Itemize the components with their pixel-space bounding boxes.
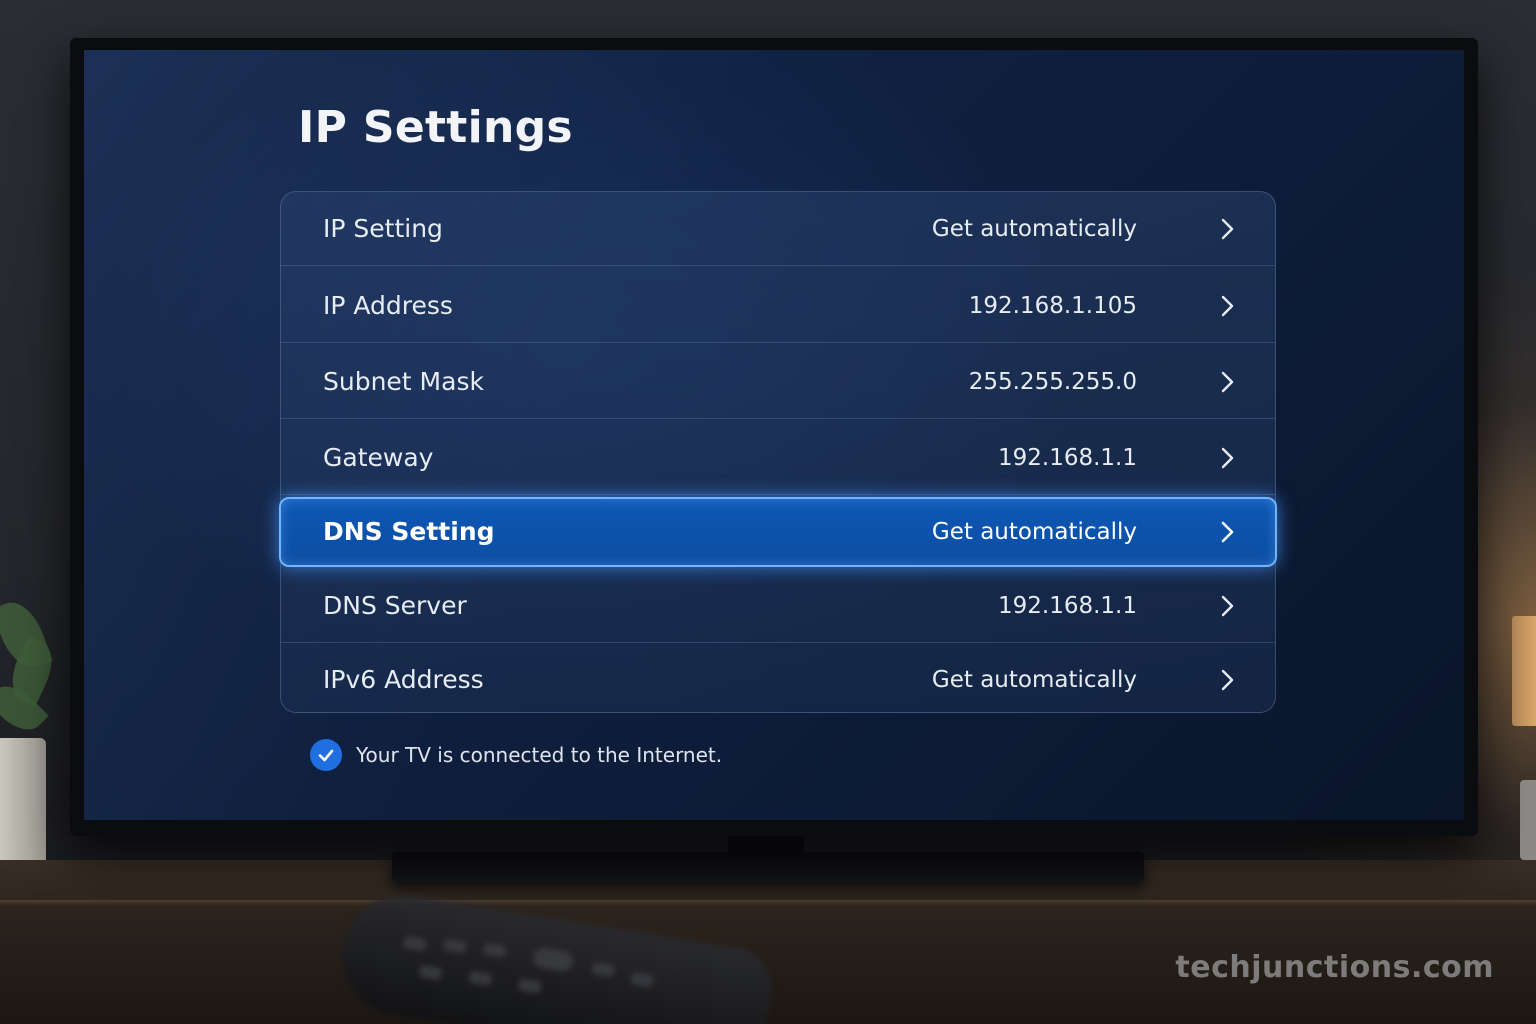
plant-pot (0, 738, 46, 876)
remote-button (591, 961, 616, 978)
chevron-right-icon (1221, 295, 1234, 317)
chevron-right-icon (1221, 595, 1234, 617)
remote-button (443, 938, 467, 954)
setting-row-dns-setting[interactable]: DNS Setting Get automatically (279, 497, 1277, 567)
remote-button (630, 971, 654, 988)
setting-label: IP Setting (323, 214, 443, 243)
checkmark-icon (310, 739, 342, 771)
lamp-shade (1512, 616, 1536, 726)
remote-button (468, 970, 493, 986)
remote-button (483, 942, 507, 958)
setting-value: Get automatically (931, 216, 1137, 242)
lamp-base (1520, 780, 1536, 860)
chevron-right-icon (1221, 218, 1234, 240)
setting-value: Get automatically (931, 667, 1137, 693)
setting-value: 192.168.1.1 (998, 445, 1137, 471)
status-text: Your TV is connected to the Internet. (356, 743, 723, 767)
room-scene: IP Settings IP Setting Get automatically… (0, 0, 1536, 1024)
tv-stand-foot (392, 852, 1144, 882)
remote-button (531, 946, 575, 973)
setting-row-subnet-mask[interactable]: Subnet Mask 255.255.255.0 (281, 345, 1275, 419)
page-title: IP Settings (298, 102, 573, 153)
setting-row-dns-server[interactable]: DNS Server 192.168.1.1 (281, 569, 1275, 643)
setting-value: 192.168.1.1 (998, 593, 1137, 619)
setting-row-ip-address[interactable]: IP Address 192.168.1.105 (281, 269, 1275, 343)
setting-value: 255.255.255.0 (968, 369, 1137, 395)
chevron-right-icon (1221, 669, 1234, 691)
setting-label: Subnet Mask (323, 367, 484, 396)
setting-label: DNS Server (323, 591, 467, 620)
table-edge (0, 900, 1536, 906)
remote-button (517, 978, 542, 994)
setting-label: DNS Setting (323, 517, 495, 546)
setting-label: IPv6 Address (323, 665, 484, 694)
setting-value: 192.168.1.105 (968, 293, 1137, 319)
setting-label: IP Address (323, 291, 453, 320)
chevron-right-icon (1221, 371, 1234, 393)
setting-row-ipv6-address[interactable]: IPv6 Address Get automatically (281, 643, 1275, 717)
remote-button (418, 964, 443, 981)
chevron-right-icon (1221, 447, 1234, 469)
setting-value: Get automatically (931, 519, 1137, 545)
ip-settings-list: IP Setting Get automatically IP Address … (279, 191, 1277, 713)
setting-row-ip-setting[interactable]: IP Setting Get automatically (281, 192, 1275, 266)
tv-screen: IP Settings IP Setting Get automatically… (84, 50, 1464, 820)
watermark: techjunctions.com (1175, 950, 1494, 985)
remote-button (403, 935, 427, 952)
connection-status: Your TV is connected to the Internet. (310, 738, 722, 772)
chevron-right-icon (1221, 521, 1234, 543)
setting-label: Gateway (323, 443, 434, 472)
setting-row-gateway[interactable]: Gateway 192.168.1.1 (281, 421, 1275, 495)
